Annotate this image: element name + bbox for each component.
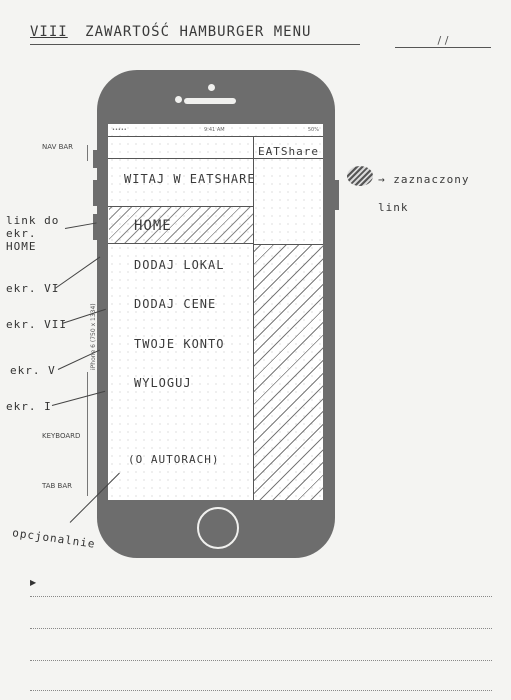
signal-icon: ••••• (112, 127, 127, 133)
status-bar: ••••• 9:41 AM 50% (108, 124, 323, 136)
annotation-ekr-vii: ekr. VII (6, 318, 67, 331)
annotation-ekr-i: ekr. I (6, 400, 52, 413)
date-field: / / (395, 34, 491, 47)
panel-divider (253, 244, 323, 245)
menu-divider (108, 158, 253, 159)
phone-side-button (93, 214, 97, 240)
battery-icon: 50% (307, 127, 319, 133)
menu-welcome-text: WITAJ W EATSHARE (124, 172, 256, 186)
camera-icon (175, 96, 182, 103)
speaker-icon (184, 98, 236, 104)
menu-item-home[interactable]: HOME (134, 218, 172, 234)
menu-item-about-authors[interactable]: (O AUTORACH) (128, 453, 219, 466)
phone-side-button (93, 180, 97, 206)
menu-item-account[interactable]: TWOJE KONTO (134, 337, 224, 351)
hamburger-menu-panel (108, 136, 254, 500)
screen-title: ZAWARTOŚĆ HAMBURGER MENU (85, 24, 312, 40)
keyboard-bracket (87, 372, 88, 496)
notes-line (30, 628, 492, 629)
date-underline (395, 47, 491, 48)
menu-item-logout[interactable]: WYLOGUJ (134, 376, 192, 390)
status-time: 9:41 AM (204, 127, 225, 133)
annotation-arrow (64, 222, 97, 229)
notes-line (30, 690, 492, 691)
menu-item-add-place[interactable]: DODAJ LOKAL (134, 258, 224, 272)
app-title-behind-menu: EATShare (258, 145, 319, 158)
keyboard-label: KEYBOARD (42, 432, 81, 440)
phone-power-button (335, 180, 339, 210)
panel-divider (253, 158, 323, 159)
home-button-icon[interactable] (197, 507, 239, 549)
hatched-background (254, 245, 323, 500)
camera-icon (208, 84, 215, 91)
annotation-arrow (54, 256, 101, 289)
annotation-optional: opcjonalnie (11, 526, 97, 551)
notes-bullet-icon: ▶ (30, 578, 37, 587)
legend-selected-link: → zaznaczony link (378, 173, 470, 214)
annotation-ekr-vi: ekr. VI (6, 282, 60, 295)
page-title: VIII ZAWARTOŚĆ HAMBURGER MENU (30, 24, 311, 40)
annotation-link-home: link do ekr. HOME (6, 214, 60, 253)
annotation-ekr-v: ekr. V (10, 364, 56, 377)
nav-bar-label: NAV BAR (42, 143, 74, 151)
menu-divider (108, 243, 253, 244)
notes-line (30, 660, 492, 661)
notes-line (30, 596, 492, 597)
title-underline (30, 44, 360, 45)
menu-item-add-price[interactable]: DODAJ CENE (134, 297, 216, 311)
screen-number: VIII (30, 24, 68, 40)
phone-side-button (93, 150, 97, 168)
selected-home-highlight (109, 207, 253, 243)
hatched-sample-icon (347, 166, 373, 186)
date-separators: / / (437, 34, 449, 47)
tab-bar-label: TAB BAR (42, 482, 73, 490)
nav-bar-bracket (87, 145, 88, 161)
